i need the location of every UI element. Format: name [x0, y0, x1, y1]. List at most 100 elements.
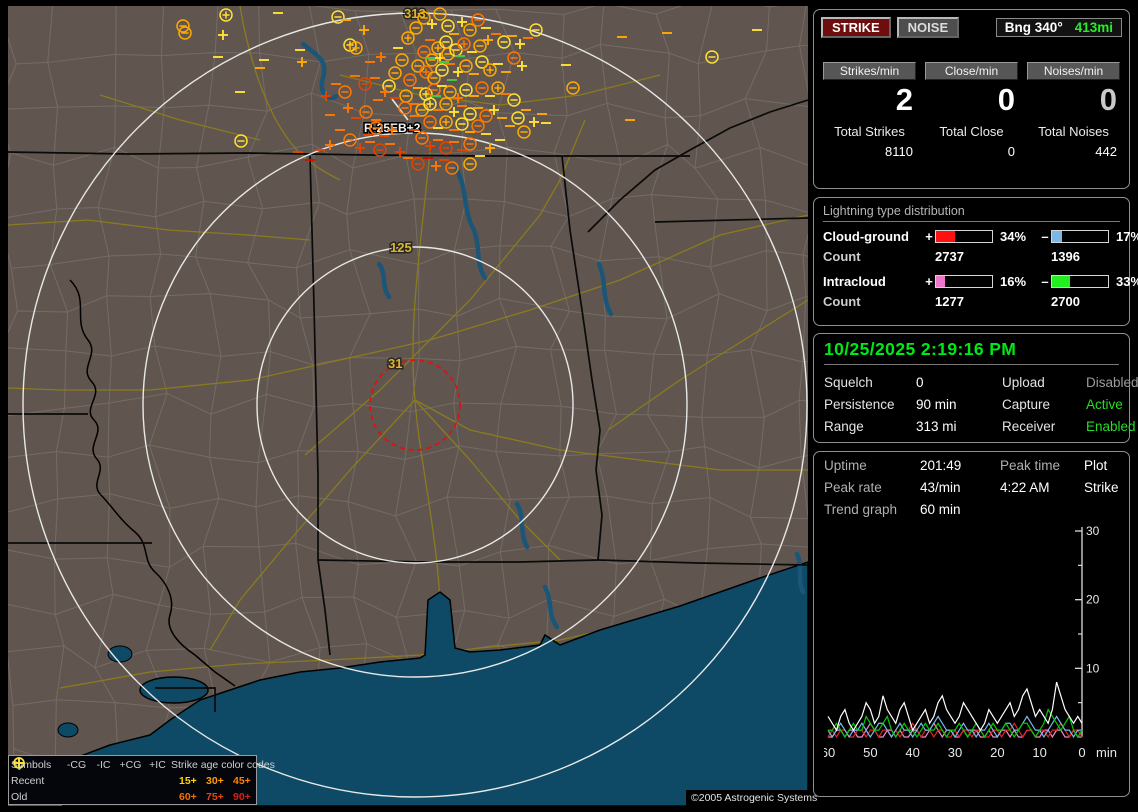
- minus-sign: –: [1041, 274, 1049, 289]
- lightning-map[interactable]: 31312531 R-25EB+2 Symbols -CG -IC +CG +I…: [8, 6, 823, 806]
- grid-cell: Peak time: [1000, 458, 1061, 473]
- datetime-display: 10/25/2025 2:19:16 PM: [824, 339, 1119, 365]
- close-counter-column: Close/min 0 Total Close 0: [925, 62, 1018, 159]
- svg-text:min: min: [1096, 745, 1117, 760]
- ic-neg-pct: 33%: [1116, 274, 1138, 289]
- svg-text:30: 30: [1086, 524, 1100, 538]
- cg-neg-pct: 17%: [1116, 229, 1138, 244]
- age-60-label: 60+: [179, 791, 197, 803]
- cg-pos-bar: [935, 230, 993, 243]
- grid-cell: 313 mi: [916, 419, 957, 434]
- grid-cell: Range: [824, 419, 864, 434]
- trend-graph: 10 20 30 60 50 40 30 20 10 0 min: [821, 523, 1119, 786]
- svg-text:20: 20: [990, 745, 1004, 760]
- age-75-label: 75+: [206, 791, 224, 803]
- grid-cell: Squelch: [824, 375, 873, 390]
- grid-cell: 90 min: [916, 397, 957, 412]
- age-15-label: 15+: [179, 775, 197, 787]
- svg-text:125: 125: [390, 240, 412, 255]
- cloud-ground-count-row: Count 2737 1396: [823, 249, 1120, 264]
- grid-cell: Plot: [1084, 458, 1108, 473]
- age-90-label: 90+: [233, 791, 251, 803]
- copyright-label: ©2005 Astrogenic Systems: [686, 790, 823, 806]
- grid-cell: Disabled: [1086, 375, 1138, 390]
- strike-button[interactable]: STRIKE: [821, 17, 891, 38]
- legend-recent-label: Recent: [11, 775, 45, 787]
- trend-graph-canvas: 10 20 30 60 50 40 30 20 10 0 min: [821, 524, 1117, 760]
- svg-text:31: 31: [388, 356, 402, 371]
- status-panel: 10/25/2025 2:19:16 PM Squelch 0 Upload Disa…: [813, 333, 1138, 443]
- grid-cell: [1000, 502, 1084, 517]
- cloud-ground-label: Cloud-ground: [823, 229, 909, 244]
- svg-text:10: 10: [1086, 661, 1100, 675]
- svg-text:0: 0: [1078, 745, 1085, 760]
- bearing-distance: 413mi: [1074, 20, 1113, 35]
- grid-cell: 4:22 AM: [1000, 480, 1050, 495]
- count-label: Count: [823, 294, 861, 309]
- svg-text:50: 50: [863, 745, 877, 760]
- receiver-status-grid: Squelch 0 Upload Disabled Persistence 90 min C…: [824, 375, 1138, 434]
- bearing-display: Bng 340° 413mi: [995, 18, 1122, 37]
- intracloud-count-row: Count 1277 2700: [823, 294, 1120, 309]
- grid-cell: Trend graph: [824, 502, 898, 517]
- minus-sign: –: [1041, 229, 1049, 244]
- grid-cell: 0: [916, 375, 924, 390]
- cg-pos-pct: 34%: [1000, 229, 1027, 244]
- strikes-per-min-value: 2: [895, 82, 913, 117]
- close-per-min-value: 0: [997, 82, 1015, 117]
- grid-cell: Active: [1086, 397, 1123, 412]
- total-close-label: Total Close: [939, 124, 1004, 139]
- strike-counters-panel: STRIKE NOISE Bng 340° 413mi Strikes/min …: [813, 9, 1130, 189]
- grid-cell: Strike: [1084, 480, 1119, 495]
- close-per-min-chip: Close/min: [925, 62, 1018, 80]
- ic-pos-pct: 16%: [1000, 274, 1027, 289]
- grid-cell: Enabled: [1086, 419, 1136, 434]
- grid-cell: Peak rate: [824, 480, 882, 495]
- grid-cell: Persistence: [824, 397, 895, 412]
- grid-cell: Capture: [1002, 397, 1051, 412]
- symbol-legend: Symbols -CG -IC +CG +IC Strike age color…: [8, 755, 275, 805]
- noises-counter-column: Noises/min 0 Total Noises 442: [1027, 62, 1120, 159]
- legend-cg-pos-header: +CG: [119, 759, 142, 771]
- noises-per-min-chip: Noises/min: [1027, 62, 1120, 80]
- grid-cell: 43/min: [920, 480, 961, 495]
- session-stats-grid: Uptime 201:49 Peak time Plot Peak rate 43/min…: [824, 458, 1119, 517]
- map-canvas: 31312531 R-25EB+2: [8, 6, 808, 806]
- svg-text:60: 60: [824, 745, 835, 760]
- total-noises-value: 442: [1095, 144, 1117, 159]
- legend-age-header: Strike age color codes: [171, 759, 275, 771]
- distribution-title: Lightning type distribution: [823, 204, 1120, 222]
- cloud-ground-row: Cloud-ground + 34% – 17%: [823, 229, 1138, 244]
- ic-pos-count: 1277: [935, 294, 964, 309]
- grid-cell: Upload: [1002, 375, 1045, 390]
- grid-cell: [1084, 502, 1119, 517]
- legend-ic-neg-header: -IC: [96, 759, 111, 771]
- strikes-per-min-chip: Strikes/min: [823, 62, 916, 80]
- grid-cell: 201:49: [920, 458, 962, 473]
- bearing-label: Bng 340°: [1004, 20, 1063, 35]
- total-noises-label: Total Noises: [1038, 124, 1109, 139]
- strikes-counter-column: Strikes/min 2 Total Strikes 8110: [823, 62, 916, 159]
- age-30-label: 30+: [206, 775, 224, 787]
- plus-sign: +: [925, 274, 933, 289]
- svg-text:20: 20: [1086, 593, 1100, 607]
- noise-button[interactable]: NOISE: [896, 17, 960, 38]
- cg-neg-count: 1396: [1051, 249, 1080, 264]
- legend-cg-neg-header: -CG: [66, 759, 87, 771]
- legend-old-label: Old: [11, 791, 28, 803]
- ic-neg-bar: [1051, 275, 1109, 288]
- plus-sign: +: [925, 229, 933, 244]
- grid-cell: Uptime: [824, 458, 867, 473]
- total-strikes-label: Total Strikes: [834, 124, 905, 139]
- lightning-distribution-panel: Lightning type distribution Cloud-ground…: [813, 197, 1138, 326]
- app-window: { "window": { "copyright": "©2005 Astrog…: [0, 0, 1138, 812]
- session-trend-panel: Uptime 201:49 Peak time Plot Peak rate 43/min…: [813, 451, 1130, 797]
- intracloud-label: Intracloud: [823, 274, 886, 289]
- count-label: Count: [823, 249, 861, 264]
- svg-text:10: 10: [1032, 745, 1046, 760]
- total-close-value: 0: [1007, 144, 1015, 159]
- noises-per-min-value: 0: [1099, 82, 1117, 117]
- cg-pos-count: 2737: [935, 249, 964, 264]
- total-strikes-value: 8110: [885, 144, 913, 159]
- age-45-label: 45+: [233, 775, 251, 787]
